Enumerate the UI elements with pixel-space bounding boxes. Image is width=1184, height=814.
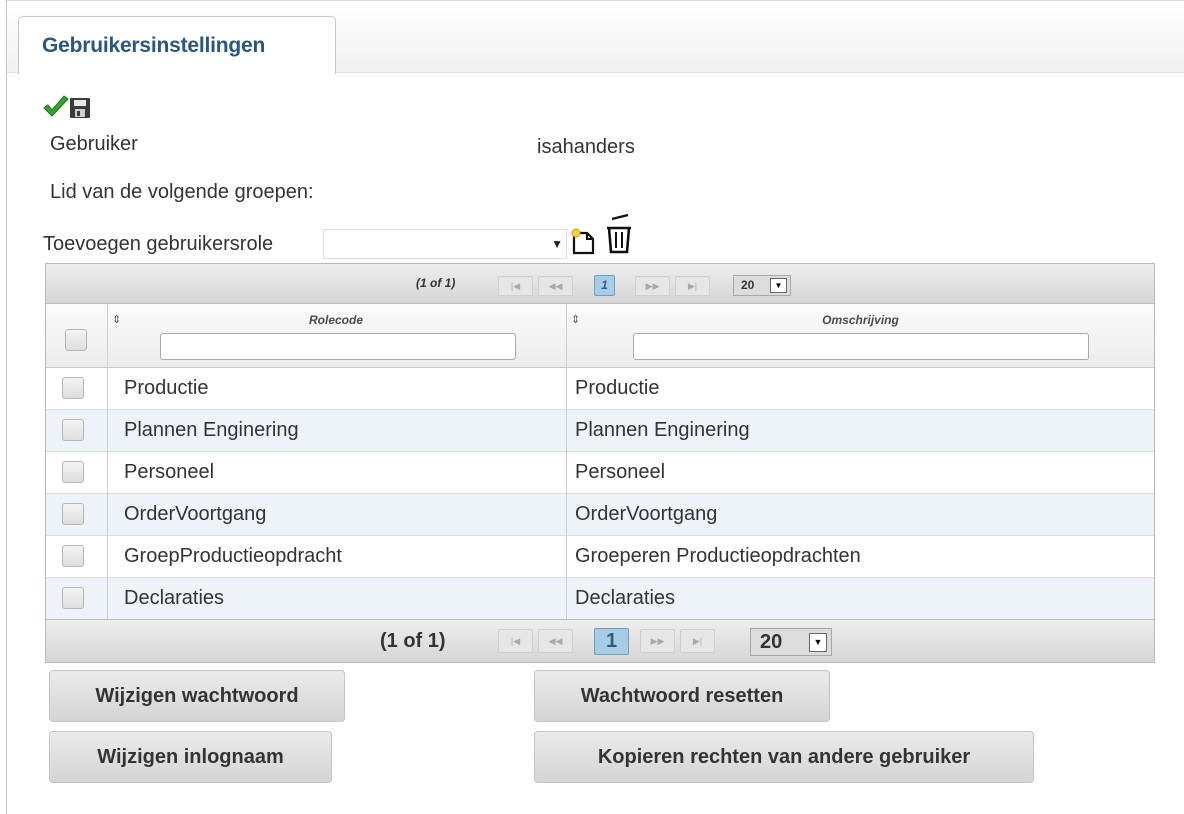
omschrijving-cell: Groeperen Productieopdrachten: [575, 545, 861, 567]
add-role-label: Toevoegen gebruikersrole: [43, 233, 274, 255]
omschrijving-cell: Productie: [575, 377, 660, 399]
page-1-button[interactable]: 1: [594, 275, 615, 296]
chevron-down-icon: ▼: [770, 278, 787, 293]
table-row[interactable]: Plannen Enginering Plannen Enginering: [46, 410, 1154, 452]
column-header-rolecode[interactable]: Rolecode: [108, 313, 564, 327]
rows-per-page-select[interactable]: 20 ▼: [750, 628, 832, 656]
column-divider: [107, 304, 108, 619]
tab-bar: Gebruikersinstellingen: [7, 1, 1184, 74]
row-checkbox[interactable]: [62, 587, 84, 609]
prev-page-button[interactable]: ◀◀: [538, 276, 573, 296]
page-indicator: (1 of 1): [416, 276, 456, 290]
rolecode-cell: Productie: [124, 377, 209, 399]
rows-per-page-value: 20: [760, 631, 783, 653]
rolecode-cell: Personeel: [124, 461, 215, 483]
table-row[interactable]: Productie Productie: [46, 368, 1154, 410]
column-header-omschrijving[interactable]: Omschrijving: [567, 313, 1154, 327]
rolecode-cell: Plannen Enginering: [124, 419, 299, 441]
groups-label: Lid van de volgende groepen:: [50, 181, 314, 203]
trash-icon[interactable]: [604, 212, 634, 256]
new-document-icon[interactable]: [570, 226, 598, 256]
rows-per-page-select[interactable]: 20 ▼: [733, 275, 791, 296]
first-page-button[interactable]: |◀: [498, 276, 533, 296]
change-password-button[interactable]: Wijzigen wachtwoord: [49, 670, 345, 722]
row-checkbox[interactable]: [62, 377, 84, 399]
user-label: Gebruiker: [50, 133, 138, 155]
user-value: isahanders: [537, 136, 635, 158]
rolecode-cell: OrderVoortgang: [124, 503, 267, 525]
roles-table: (1 of 1) |◀ ◀◀ 1 ▶▶ ▶| 20 ▼ ⇕ Rolecode ⇕…: [45, 263, 1155, 663]
copy-rights-button[interactable]: Kopieren rechten van andere gebruiker: [534, 731, 1034, 783]
row-checkbox[interactable]: [62, 545, 84, 567]
row-checkbox[interactable]: [62, 503, 84, 525]
tab-gebruikersinstellingen[interactable]: Gebruikersinstellingen: [18, 16, 336, 74]
row-checkbox[interactable]: [62, 419, 84, 441]
last-page-button[interactable]: ▶|: [680, 629, 715, 653]
chevron-down-icon: ▼: [809, 633, 827, 652]
role-select[interactable]: ▼: [323, 229, 567, 259]
last-page-button[interactable]: ▶|: [675, 276, 710, 296]
save-icon[interactable]: [70, 98, 90, 118]
check-icon[interactable]: [43, 95, 69, 117]
prev-page-button[interactable]: ◀◀: [538, 629, 573, 653]
table-row[interactable]: Personeel Personeel: [46, 452, 1154, 494]
page-1-button[interactable]: 1: [594, 628, 629, 655]
paginator-bottom: (1 of 1) |◀ ◀◀ 1 ▶▶ ▶| 20 ▼: [46, 619, 1154, 662]
rolecode-cell: GroepProductieopdracht: [124, 545, 342, 567]
next-page-button[interactable]: ▶▶: [635, 276, 670, 296]
rolecode-filter-input[interactable]: [160, 333, 516, 360]
table-row[interactable]: Declaraties Declaraties: [46, 578, 1154, 619]
omschrijving-cell: OrderVoortgang: [575, 503, 718, 525]
reset-password-button[interactable]: Wachtwoord resetten: [534, 670, 830, 722]
omschrijving-cell: Plannen Enginering: [575, 419, 750, 441]
first-page-button[interactable]: |◀: [498, 629, 533, 653]
chevron-down-icon: ▼: [551, 237, 563, 251]
next-page-button[interactable]: ▶▶: [640, 629, 675, 653]
omschrijving-cell: Declaraties: [575, 587, 676, 609]
omschrijving-cell: Personeel: [575, 461, 666, 483]
rolecode-cell: Declaraties: [124, 587, 225, 609]
row-checkbox[interactable]: [62, 461, 84, 483]
rows-per-page-value: 20: [741, 278, 755, 292]
change-login-button[interactable]: Wijzigen inlognaam: [49, 731, 332, 783]
paginator-top: (1 of 1) |◀ ◀◀ 1 ▶▶ ▶| 20 ▼: [46, 264, 1154, 304]
toolbar: [42, 95, 100, 121]
tab-label: Gebruikersinstellingen: [42, 34, 266, 57]
table-row[interactable]: OrderVoortgang OrderVoortgang: [46, 494, 1154, 536]
column-divider: [566, 304, 567, 619]
table-row[interactable]: GroepProductieopdracht Groeperen Product…: [46, 536, 1154, 578]
page-indicator: (1 of 1): [380, 630, 446, 652]
table-header: ⇕ Rolecode ⇕ Omschrijving: [46, 304, 1154, 368]
omschrijving-filter-input[interactable]: [633, 333, 1089, 360]
frame-left-border: [6, 0, 7, 814]
select-all-checkbox[interactable]: [65, 329, 87, 351]
